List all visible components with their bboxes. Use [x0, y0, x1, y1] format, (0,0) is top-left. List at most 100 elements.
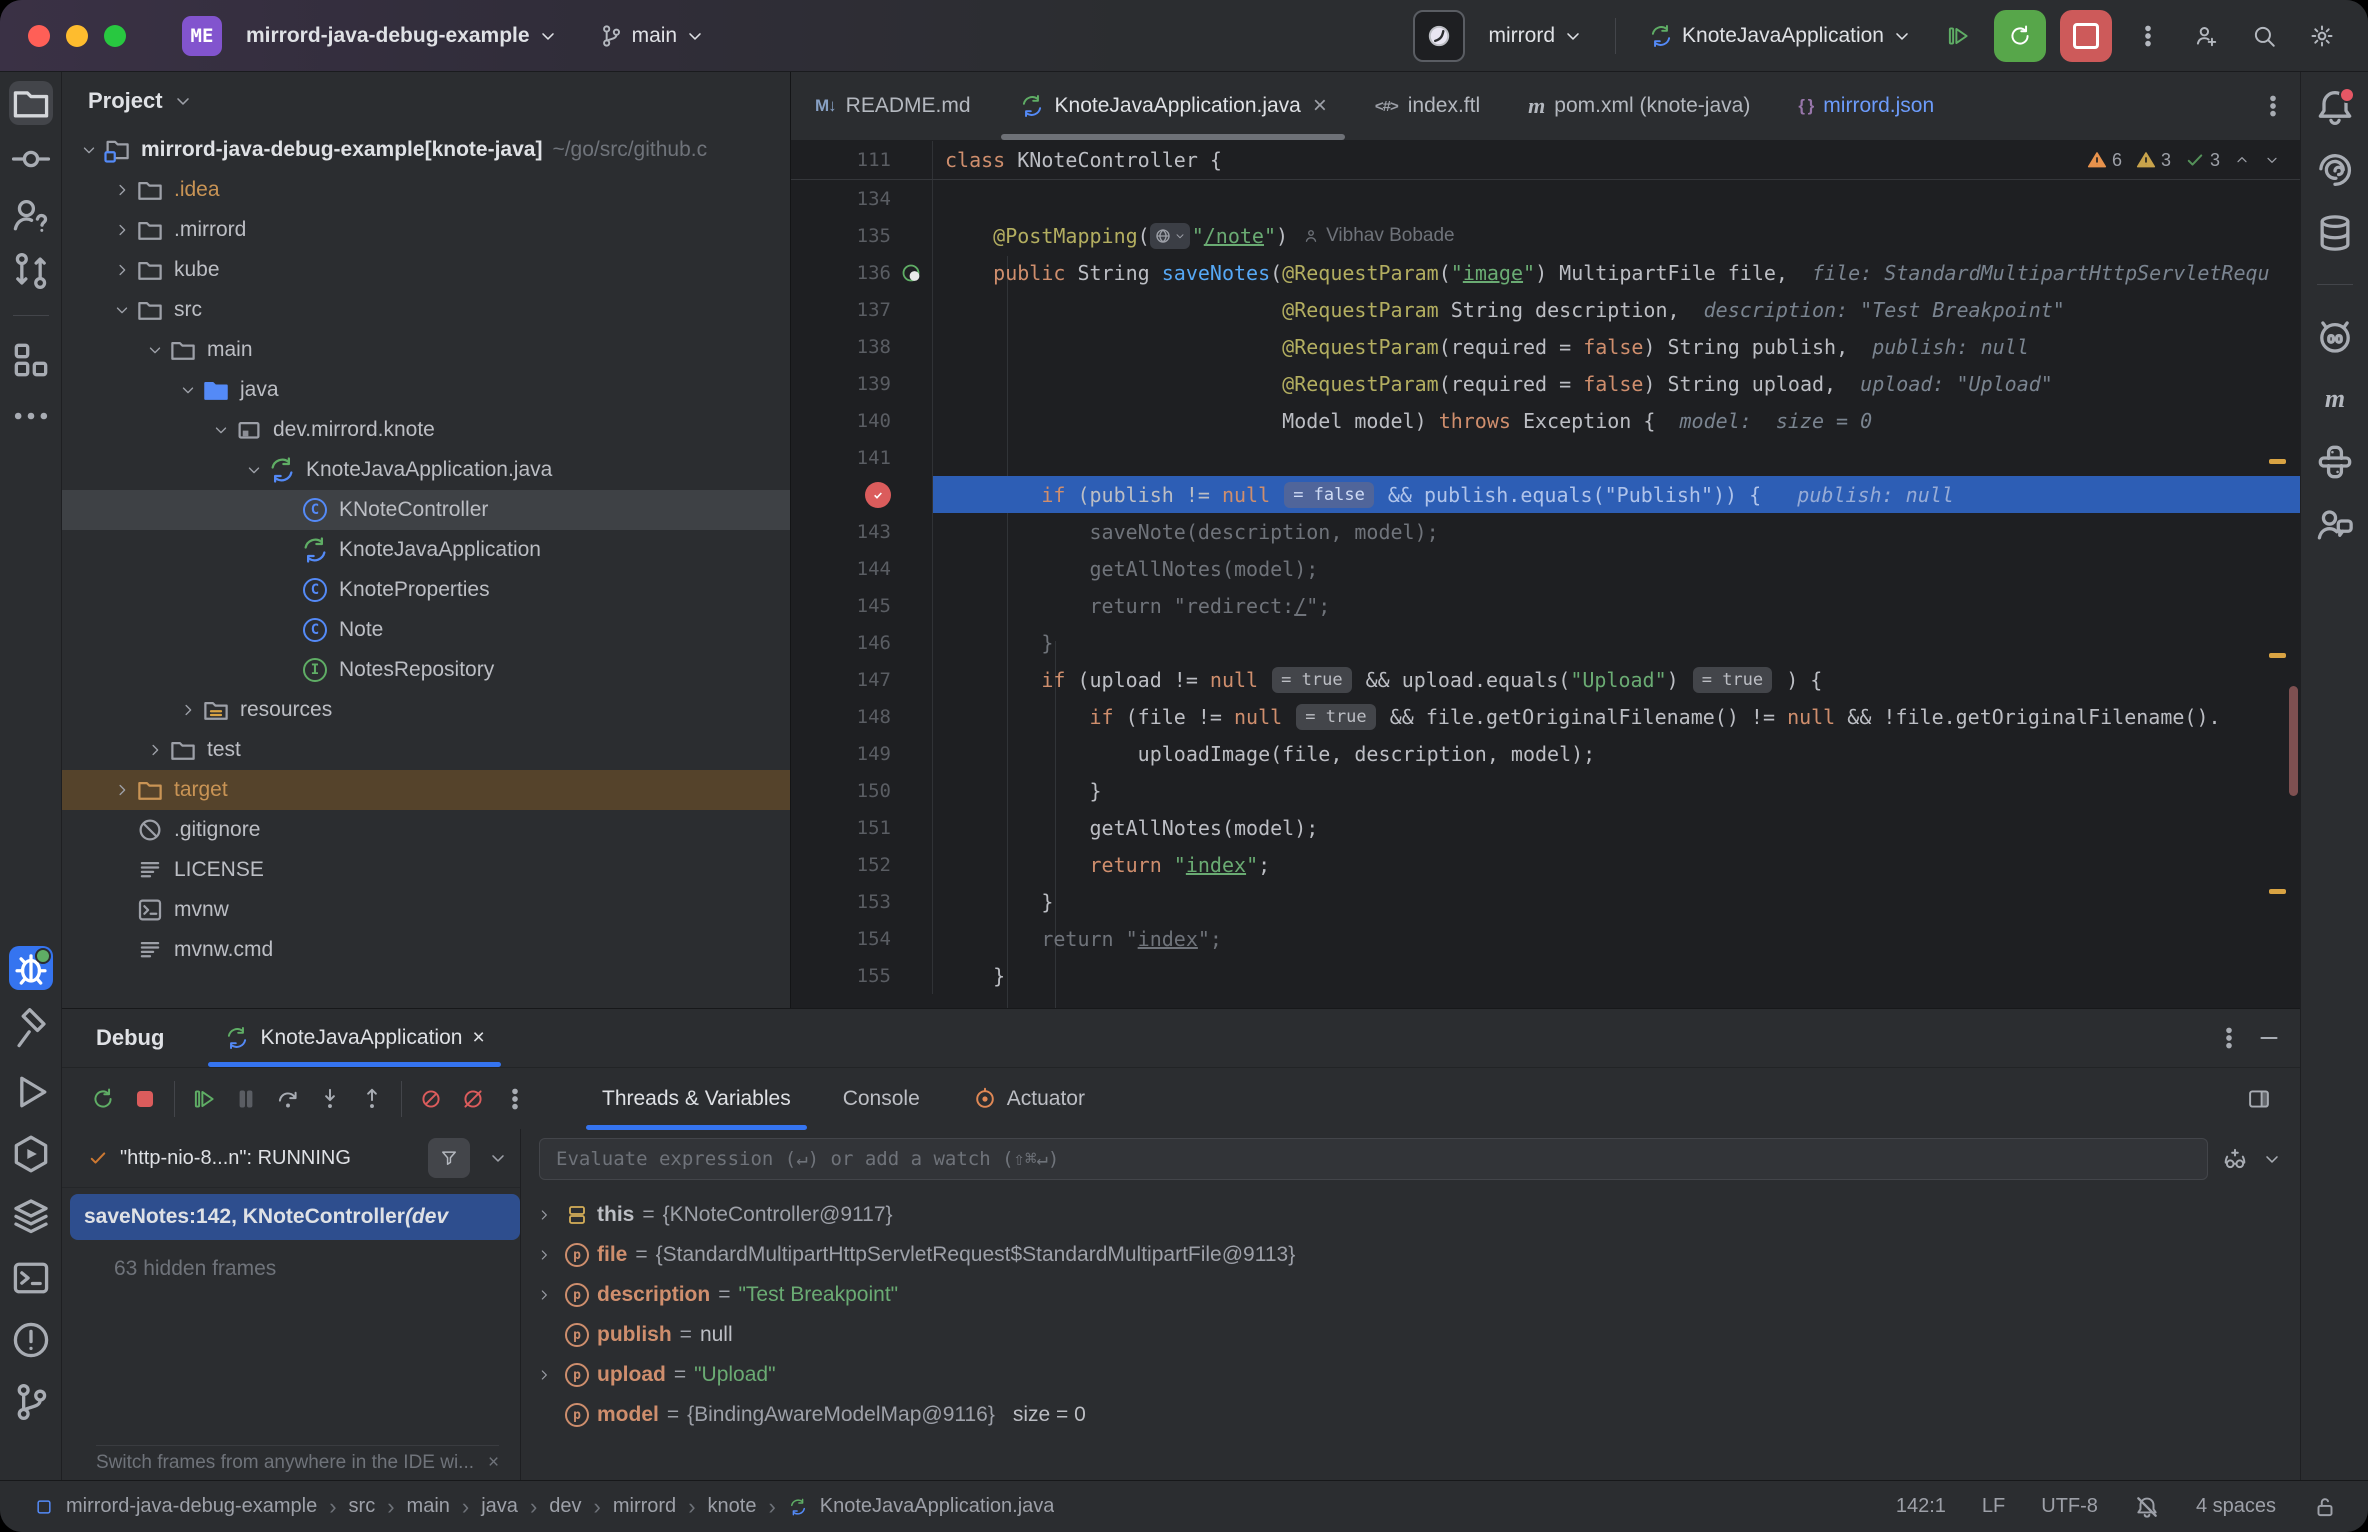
gutter-line-number[interactable]: 135: [791, 225, 891, 247]
hidden-tabs-button[interactable]: [2260, 93, 2286, 119]
tree-item-mvnw[interactable]: mvnw: [62, 890, 790, 930]
gutter-line-number[interactable]: 141: [791, 447, 891, 469]
more-debug-actions-button[interactable]: [494, 1078, 536, 1120]
tree-item-knoteproperties[interactable]: C KnoteProperties: [62, 570, 790, 610]
window-close-button[interactable]: [28, 24, 50, 47]
resume-program-button[interactable]: [1936, 14, 1980, 58]
tree-item-src[interactable]: src: [62, 290, 790, 330]
endpoint-gutter-icon[interactable]: [891, 254, 933, 291]
build-icon[interactable]: [9, 1008, 53, 1052]
tree-chevron-icon[interactable]: [142, 337, 168, 363]
stack-frame[interactable]: 63 hidden frames: [70, 1246, 520, 1292]
variable-row-file[interactable]: p file = {StandardMultipartHttpServletReque…: [531, 1235, 2300, 1275]
chevron-down-icon[interactable]: [2262, 1149, 2282, 1169]
tree-chevron-icon[interactable]: [109, 177, 135, 203]
tree-item-knotejavaapplication-java[interactable]: KnoteJavaApplication.java: [62, 450, 790, 490]
breadcrumb-item[interactable]: mirrord-java-debug-example: [66, 1495, 317, 1518]
gradle-icon[interactable]: [2313, 314, 2357, 358]
editor-tab-pom-xml-knote-java-[interactable]: m pom.xml (knote-java): [1504, 72, 1774, 140]
more-actions-button[interactable]: [2126, 14, 2170, 58]
run-icon[interactable]: [9, 1070, 53, 1114]
gutter-line-number[interactable]: 138: [791, 336, 891, 358]
close-tab-icon[interactable]: ×: [1313, 92, 1327, 120]
tree-item-main[interactable]: main: [62, 330, 790, 370]
layers-icon[interactable]: [9, 1194, 53, 1238]
variable-row-publish[interactable]: p publish = null: [531, 1315, 2300, 1355]
code-editor[interactable]: 111 class KNoteController { 6 3 3 134 135…: [791, 141, 2300, 1009]
tree-item--idea[interactable]: .idea: [62, 170, 790, 210]
services-icon[interactable]: [9, 1132, 53, 1176]
debug-tab-threads-variables[interactable]: Threads & Variables: [576, 1068, 817, 1130]
project-avatar[interactable]: ME: [182, 15, 222, 56]
gutter-line-number[interactable]: 134: [791, 188, 891, 210]
line-separator[interactable]: LF: [1982, 1495, 2005, 1518]
debug-tab-console[interactable]: Console: [817, 1068, 946, 1130]
tree-item-note[interactable]: C Note: [62, 610, 790, 650]
stop-button[interactable]: [2060, 9, 2112, 62]
terminal-icon[interactable]: [9, 1256, 53, 1300]
notifications-muted-icon[interactable]: [2134, 1494, 2160, 1520]
search-everywhere-button[interactable]: [2242, 14, 2286, 58]
gutter-line-number[interactable]: 144: [791, 558, 891, 580]
gutter-line-number[interactable]: 148: [791, 706, 891, 728]
gutter-line-number[interactable]: 136: [791, 262, 891, 284]
run-configuration-selector[interactable]: KnoteJavaApplication: [1638, 23, 1922, 49]
gutter-line-number[interactable]: 140: [791, 410, 891, 432]
gutter-line-number[interactable]: 145: [791, 595, 891, 617]
view-breakpoints-button[interactable]: [410, 1078, 452, 1120]
mute-breakpoints-button[interactable]: [452, 1078, 494, 1120]
lock-open-icon[interactable]: [2312, 1494, 2338, 1520]
breakpoint-icon[interactable]: [865, 481, 891, 508]
tree-item-java[interactable]: java: [62, 370, 790, 410]
tree-chevron-icon[interactable]: [76, 137, 102, 163]
notifications-icon[interactable]: [2313, 85, 2357, 129]
expand-chevron-icon[interactable]: [531, 1207, 557, 1223]
inspections-widget[interactable]: 6 3 3: [2087, 141, 2280, 179]
tree-chevron-icon[interactable]: [109, 777, 135, 803]
tree-item-kube[interactable]: kube: [62, 250, 790, 290]
tree-item-resources[interactable]: resources: [62, 690, 790, 730]
breadcrumb-item[interactable]: src: [349, 1495, 376, 1518]
gutter-line-number[interactable]: 149: [791, 743, 891, 765]
debug-tab-actuator[interactable]: Actuator: [946, 1068, 1111, 1130]
add-watch-icon[interactable]: [2222, 1146, 2248, 1172]
gutter-line-number[interactable]: 137: [791, 299, 891, 321]
layout-settings-button[interactable]: [2238, 1078, 2280, 1120]
tree-chevron-icon[interactable]: [109, 217, 135, 243]
stop-process-button[interactable]: [124, 1078, 166, 1120]
tree-item--gitignore[interactable]: .gitignore: [62, 810, 790, 850]
rerun-button[interactable]: [82, 1078, 124, 1120]
rerun-debug-button[interactable]: [1994, 9, 2046, 62]
breadcrumb-item[interactable]: java: [481, 1495, 518, 1518]
gutter-line-number[interactable]: 153: [791, 891, 891, 913]
gutter-line-number[interactable]: 154: [791, 928, 891, 950]
tree-chevron-icon[interactable]: [241, 457, 267, 483]
vcs-question-icon[interactable]: [9, 193, 53, 237]
code-author-inlay[interactable]: Vibhav Bobade: [1302, 225, 1455, 247]
resume-button[interactable]: [183, 1078, 225, 1120]
hide-frames-filter-button[interactable]: [428, 1138, 470, 1178]
pull-request-icon[interactable]: [9, 249, 53, 293]
gutter-line-number[interactable]: 139: [791, 373, 891, 395]
tree-item-notesrepository[interactable]: I NotesRepository: [62, 650, 790, 690]
tree-item-license[interactable]: LICENSE: [62, 850, 790, 890]
expand-chevron-icon[interactable]: [531, 1367, 557, 1383]
breadcrumb-item[interactable]: dev: [549, 1495, 581, 1518]
close-session-icon[interactable]: ×: [472, 1026, 484, 1050]
tree-chevron-icon[interactable]: [175, 697, 201, 723]
maven-tool-icon[interactable]: m: [2313, 377, 2357, 421]
editor-tab-mirrord-json[interactable]: { } mirrord.json: [1774, 72, 1958, 140]
variable-row-model[interactable]: p model = {BindingAwareModelMap@9116} size =…: [531, 1395, 2300, 1435]
debug-session-tab[interactable]: KnoteJavaApplication ×: [208, 1009, 501, 1067]
gutter-line-number[interactable]: 151: [791, 817, 891, 839]
variable-row-this[interactable]: this = {KNoteController@9117}: [531, 1195, 2300, 1235]
project-selector[interactable]: mirrord-java-debug-example: [236, 24, 568, 48]
editor-tab-knotejavaapplication-java[interactable]: KnoteJavaApplication.java ×: [995, 72, 1351, 140]
window-minimize-button[interactable]: [66, 24, 88, 47]
gutter-line-number[interactable]: 152: [791, 854, 891, 876]
tree-item-test[interactable]: test: [62, 730, 790, 770]
hide-panel-button[interactable]: [2256, 1025, 2282, 1051]
step-into-button[interactable]: [309, 1078, 351, 1120]
add-user-button[interactable]: [2184, 14, 2228, 58]
project-folder-icon[interactable]: [8, 81, 53, 125]
